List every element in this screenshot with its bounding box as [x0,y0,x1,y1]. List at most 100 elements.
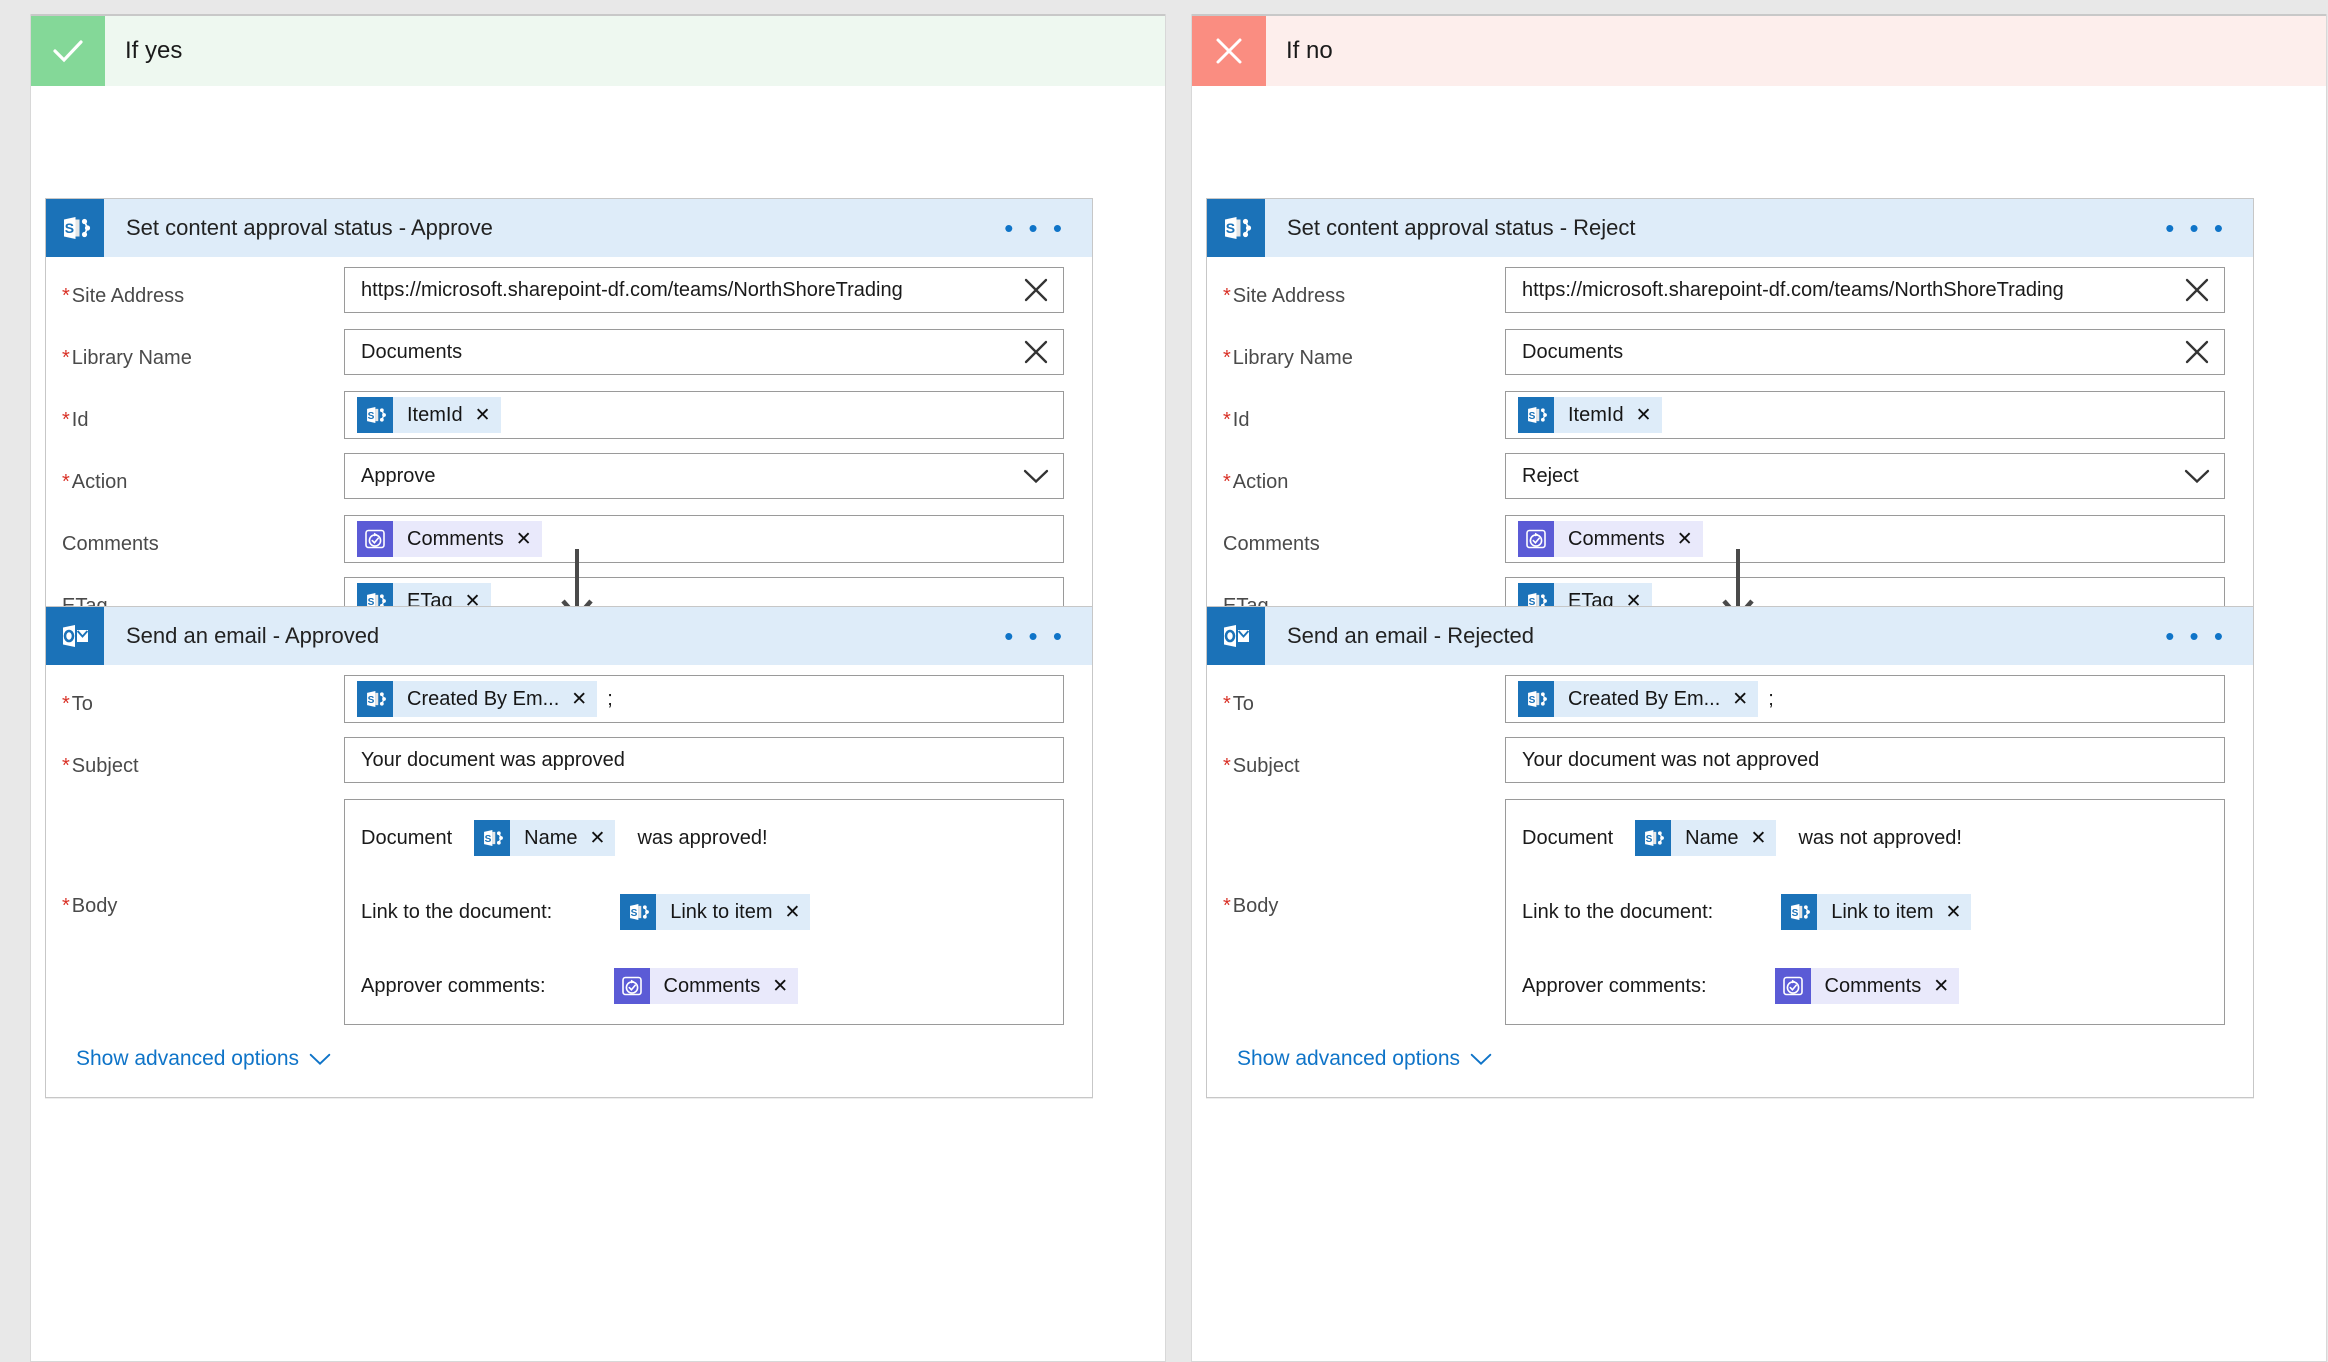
to-separator: ; [607,687,613,710]
advanced-options-toggle[interactable]: Show advanced options [46,1025,331,1097]
field-label: * Body [1223,799,1505,918]
field-label: * Id [1223,391,1505,432]
token-chip[interactable]: Comments ✕ [1518,521,1703,557]
token-chip[interactable]: S Link to item ✕ [1781,894,1972,930]
field-control-richtext[interactable]: Document S Name ✕ was not approved! Link to t… [1505,799,2225,1025]
field-control-token[interactable]: S ItemId ✕ [1505,391,2225,439]
token-chip[interactable]: Comments ✕ [357,521,542,557]
field-label-text: To [1232,693,1254,715]
svg-text:S: S [1792,908,1799,919]
field-row-to: * To S Created By Em... ✕; [46,675,1092,737]
field-control-token-plus[interactable]: S Created By Em... ✕; [1505,675,2225,723]
body-line: Approver comments: Comments ✕ [357,962,1051,1010]
field-control-select[interactable]: Reject [1505,453,2225,499]
clear-close-icon[interactable] [2184,277,2210,303]
action-card-send-email-rejected[interactable]: Send an email - Rejected • • • * To S Created… [1206,606,2254,1098]
chevron-down-icon[interactable] [2184,463,2210,489]
field-control-text[interactable]: https://microsoft.sharepoint-df.com/team… [1505,267,2225,313]
token-chip[interactable]: S Created By Em... ✕ [1518,681,1759,717]
token-chip[interactable]: S Name ✕ [1635,820,1777,856]
token-remove-close-icon[interactable]: ✕ [785,901,801,924]
token-chip[interactable]: S ItemId ✕ [357,397,501,433]
field-value: Your document was approved [361,748,625,771]
token-remove-close-icon[interactable]: ✕ [571,688,587,711]
body-token-wrapper: S Name ✕ [474,820,616,856]
required-asterisk: * [62,347,70,369]
required-asterisk: * [1223,409,1231,431]
outlook-icon [46,607,104,665]
field-label: * To [1223,675,1505,716]
token-remove-close-icon[interactable]: ✕ [1946,901,1962,924]
token-label: Name [1685,826,1739,849]
token-remove-close-icon[interactable]: ✕ [1933,975,1949,998]
sharepoint-icon: S [1640,825,1666,851]
required-asterisk: * [62,471,70,493]
token-chip[interactable]: S Link to item ✕ [620,894,811,930]
card-header[interactable]: S Set content approval status - Reject • •… [1207,199,2253,257]
card-title: Set content approval status - Reject [1287,215,1636,240]
token-remove-close-icon[interactable]: ✕ [590,827,606,850]
field-control-token[interactable]: Comments ✕ [344,515,1064,563]
field-control-select[interactable]: Approve [344,453,1064,499]
card-header[interactable]: Send an email - Rejected • • • [1207,607,2253,665]
token-label: Created By Em... [1568,687,1721,710]
sharepoint-icon: S [620,894,657,930]
token-remove-close-icon[interactable]: ✕ [772,975,788,998]
field-control-token-plus[interactable]: S Created By Em... ✕; [344,675,1064,723]
sharepoint-icon: S [1635,820,1672,856]
card-overflow-menu-icon[interactable]: • • • [1004,215,1092,241]
body-token-wrapper: S Link to item ✕ [620,894,811,930]
field-control-text[interactable]: Your document was approved [344,737,1064,783]
field-control-text[interactable]: Documents [1505,329,2225,375]
field-control-token[interactable]: Comments ✕ [1505,515,2225,563]
action-card-send-email-approved[interactable]: Send an email - Approved • • • * To S Created… [45,606,1093,1098]
chevron-down-icon[interactable] [1023,463,1049,489]
field-value: Reject [1522,464,1579,487]
token-remove-close-icon[interactable]: ✕ [1732,688,1748,711]
field-label-text: Site Address [71,285,185,307]
card-overflow-menu-icon[interactable]: • • • [2165,623,2253,649]
clear-close-icon[interactable] [2184,339,2210,365]
body-text: Approver comments: [1522,974,1707,997]
field-control-richtext[interactable]: Document S Name ✕ was approved! Link to the d… [344,799,1064,1025]
token-remove-close-icon[interactable]: ✕ [1636,404,1652,427]
approvals-icon [619,973,645,999]
advanced-options-toggle[interactable]: Show advanced options [1207,1025,1492,1097]
check-icon [48,31,88,71]
token-remove-close-icon[interactable]: ✕ [1751,827,1767,850]
card-overflow-menu-icon[interactable]: • • • [2165,215,2253,241]
field-label: * Id [62,391,344,432]
token-chip[interactable]: Comments ✕ [1774,968,1960,1004]
token-chip[interactable]: S Created By Em... ✕ [357,681,598,717]
svg-text:S: S [1529,695,1536,706]
sharepoint-icon: S [357,681,393,717]
token-chip[interactable]: S Name ✕ [474,820,616,856]
token-remove-close-icon[interactable]: ✕ [475,404,491,427]
card-body: * To S Created By Em... ✕; * Subject Your docum… [46,665,1092,1097]
clear-close-icon[interactable] [1023,339,1049,365]
required-asterisk: * [62,693,70,715]
card-header[interactable]: S Set content approval status - Approve • … [46,199,1092,257]
chevron-down-icon[interactable] [1470,1052,1492,1066]
body-text: was not approved! [1798,826,1962,849]
chevron-down-icon[interactable] [309,1052,331,1066]
field-label-text: Body [1232,895,1279,917]
field-control-text[interactable]: Your document was not approved [1505,737,2225,783]
token-chip[interactable]: Comments ✕ [613,968,799,1004]
sharepoint-icon: S [357,397,393,433]
field-control-text[interactable]: https://microsoft.sharepoint-df.com/team… [344,267,1064,313]
token-chip[interactable]: S ItemId ✕ [1518,397,1662,433]
field-row-subject: * Subject Your document was approved [46,737,1092,799]
field-control-text[interactable]: Documents [344,329,1064,375]
sharepoint-icon: S [1781,894,1818,930]
clear-close-icon[interactable] [1023,277,1049,303]
token-remove-close-icon[interactable]: ✕ [516,528,532,551]
field-control-token[interactable]: S ItemId ✕ [344,391,1064,439]
field-row-library-name: * Library Name Documents [1207,329,2253,391]
required-asterisk: * [62,895,70,917]
branch-title: If yes [105,16,1165,86]
card-header[interactable]: Send an email - Approved • • • [46,607,1092,665]
token-remove-close-icon[interactable]: ✕ [1677,528,1693,551]
field-value: https://microsoft.sharepoint-df.com/team… [1522,278,2064,301]
card-overflow-menu-icon[interactable]: • • • [1004,623,1092,649]
